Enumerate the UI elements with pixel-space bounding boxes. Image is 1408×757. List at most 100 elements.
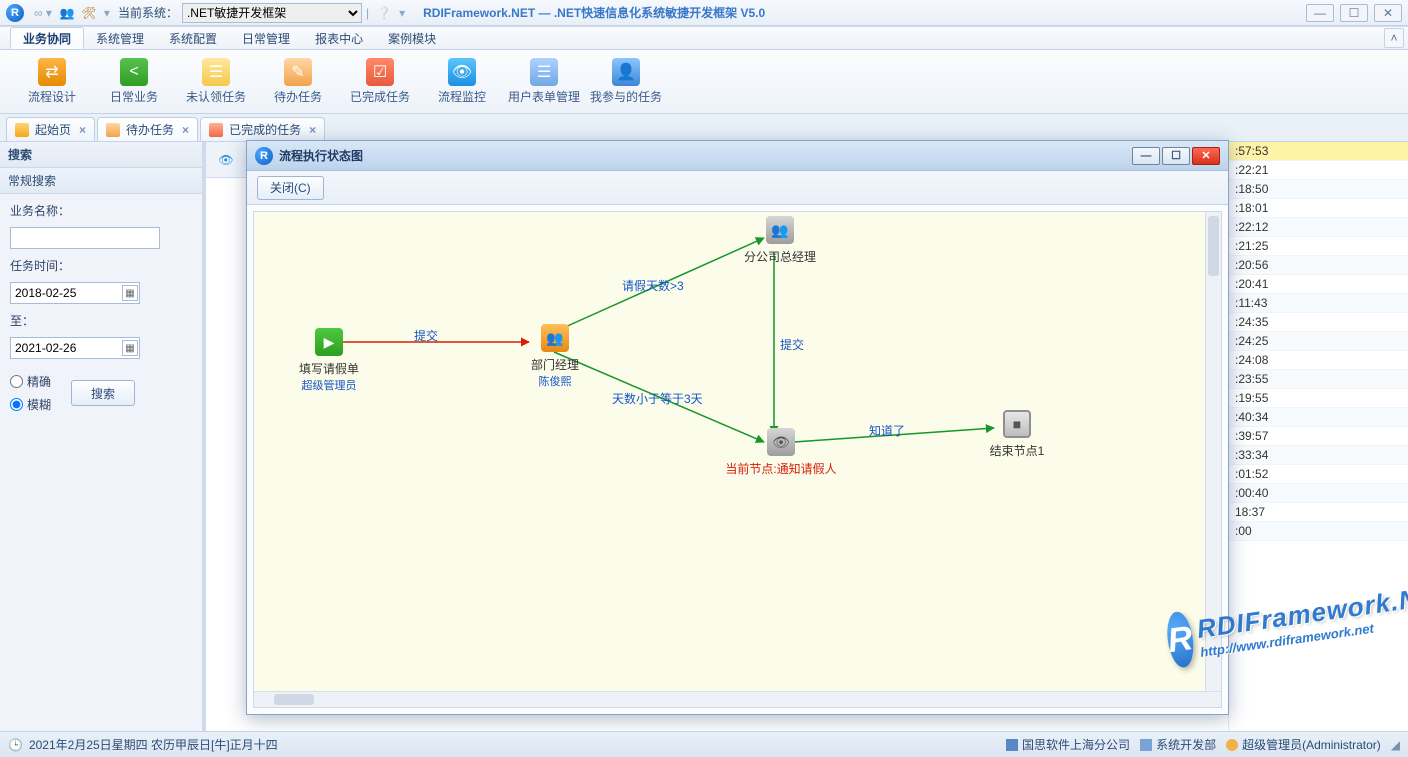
search-button[interactable]: 搜索 [71,380,135,406]
date-to-input[interactable] [10,337,140,359]
calendar-icon[interactable]: ▦ [122,340,138,356]
time-cell[interactable]: :24:25 [1229,332,1408,351]
menu-tab-sysmgmt[interactable]: 系统管理 [84,27,157,49]
time-cell[interactable]: :40:34 [1229,408,1408,427]
flow-node-branch[interactable]: 👥 分公司总经理 [730,216,830,265]
dialog-titlebar[interactable]: R 流程执行状态图 — ☐ ✕ [247,141,1228,171]
edge-label-submit2: 提交 [780,336,804,353]
canvas-horizontal-scrollbar[interactable] [254,691,1221,707]
dialog-title: 流程执行状态图 [279,147,363,164]
doctab-start[interactable]: 起始页× [6,117,95,141]
time-cell[interactable]: :22:12 [1229,218,1408,237]
edge-label-le3: 天数小于等于3天 [612,390,703,407]
ribbon-done[interactable]: ☑已完成任务 [340,56,420,107]
task-time-label: 任务时间： [10,257,192,274]
ribbon-todo[interactable]: ✎待办任务 [258,56,338,107]
share-icon: < [120,58,148,86]
calendar-icon [209,123,223,137]
canvas-vertical-scrollbar[interactable] [1205,212,1221,691]
help-icon[interactable]: ❔ [376,5,392,21]
status-company: 国思软件上海分公司 [1006,736,1130,753]
time-cell[interactable]: :24:08 [1229,351,1408,370]
main-menu: 业务协同 系统管理 系统配置 日常管理 报表中心 案例模块 ˄ [0,26,1408,50]
menu-tab-biz[interactable]: 业务协同 [10,27,84,49]
doctab-done[interactable]: 已完成的任务× [200,117,325,141]
person-icon: 👥 [541,324,569,352]
biz-name-input[interactable] [10,227,160,249]
time-cell[interactable]: :24:35 [1229,313,1408,332]
tab-close-icon[interactable]: × [79,123,86,137]
time-cell[interactable]: 18:37 [1229,503,1408,522]
dialog-minimize-button[interactable]: — [1132,147,1160,165]
menu-tab-syscfg[interactable]: 系统配置 [157,27,230,49]
play-icon: ▶ [315,328,343,356]
edge-label-know: 知道了 [869,422,905,439]
calendar-check-icon: ☑ [366,58,394,86]
menu-tab-case[interactable]: 案例模块 [376,27,449,49]
time-cell[interactable]: :33:34 [1229,446,1408,465]
time-cell[interactable]: :00 [1229,522,1408,541]
time-cell[interactable]: :01:52 [1229,465,1408,484]
radio-exact[interactable]: 精确 [10,373,51,390]
menu-tab-report[interactable]: 报表中心 [303,27,376,49]
calendar-icon[interactable]: ▦ [122,285,138,301]
time-cell[interactable]: :39:57 [1229,427,1408,446]
time-cell[interactable]: :22:21 [1229,161,1408,180]
ribbon-daily-biz[interactable]: <日常业务 [94,56,174,107]
tab-close-icon[interactable]: × [182,123,189,137]
window-maximize-button[interactable]: ☐ [1340,4,1368,22]
date-from-input[interactable] [10,282,140,304]
doctab-todo[interactable]: 待办任务× [97,117,198,141]
ribbon-flow-monitor[interactable]: 👁流程监控 [422,56,502,107]
flow-node-start[interactable]: ▶ 填写请假单 超级管理员 [284,328,374,393]
eye-outline-icon: 👁 [767,428,795,456]
time-cell[interactable]: :18:50 [1229,180,1408,199]
time-cell[interactable]: :20:56 [1229,256,1408,275]
time-cell[interactable]: :00:40 [1229,484,1408,503]
status-dept: 系统开发部 [1140,736,1216,753]
time-cell[interactable]: :21:25 [1229,237,1408,256]
app-logo-icon: R [6,4,24,22]
ribbon-user-form[interactable]: ☰用户表单管理 [504,56,584,107]
time-cell[interactable]: :19:55 [1229,389,1408,408]
flow-node-dept[interactable]: 👥 部门经理 陈俊熙 [510,324,600,389]
menu-tab-daily[interactable]: 日常管理 [230,27,303,49]
dialog-logo-icon: R [255,147,273,165]
time-cell[interactable]: :18:01 [1229,199,1408,218]
stop-icon: ■ [1003,410,1031,438]
tab-close-icon[interactable]: × [309,123,316,137]
window-minimize-button[interactable]: — [1306,4,1334,22]
dialog-maximize-button[interactable]: ☐ [1162,147,1190,165]
radio-fuzzy[interactable]: 模糊 [10,396,51,413]
flow-node-notify[interactable]: 👁 当前节点:通知请假人 [706,428,856,477]
home-icon [15,123,29,137]
time-cell[interactable]: :23:55 [1229,370,1408,389]
tools-icon[interactable]: 🛠 [81,5,97,21]
time-column: :57:53:22:21:18:50:18:01:22:12:21:25:20:… [1228,142,1408,731]
dept-icon [1140,739,1152,751]
search-section-label: 常规搜索 [0,168,202,194]
clock-icon: 🕒 [8,738,23,752]
status-bar: 🕒 2021年2月25日星期四 农历甲辰日[牛]正月十四 国思软件上海分公司 系… [0,731,1408,757]
date-to-label: 至： [10,312,192,329]
building-icon [1006,739,1018,751]
ribbon-my-tasks[interactable]: 👤我参与的任务 [586,56,666,107]
users-icon[interactable]: 👥 [59,5,75,21]
dialog-close-button[interactable]: ✕ [1192,147,1220,165]
ribbon-flow-design[interactable]: ⇄流程设计 [12,56,92,107]
ribbon-collapse-button[interactable]: ˄ [1384,28,1404,48]
window-close-button[interactable]: ✕ [1374,4,1402,22]
box-icon: ⇄ [38,58,66,86]
app-title: RDIFramework.NET — .NET快速信息化系统敏捷开发框架 V5.… [423,4,765,21]
system-select[interactable]: .NET敏捷开发框架 [182,3,362,23]
flow-canvas[interactable]: 提交 请假天数>3 天数小于等于3天 提交 知道了 ▶ 填写请假单 超级管理员 … [253,211,1222,708]
dialog-close-action-button[interactable]: 关闭(C) [257,176,324,200]
time-cell[interactable]: :11:43 [1229,294,1408,313]
time-cell[interactable]: :57:53 [1229,142,1408,161]
time-cell[interactable]: :20:41 [1229,275,1408,294]
ribbon-unclaimed[interactable]: ☰未认领任务 [176,56,256,107]
current-system-label: 当前系统： [118,4,178,21]
flow-node-end[interactable]: ■ 结束节点1 [972,410,1062,459]
edge-label-gt3: 请假天数>3 [622,277,684,294]
status-resize-grip-icon[interactable]: ◢ [1391,738,1400,752]
